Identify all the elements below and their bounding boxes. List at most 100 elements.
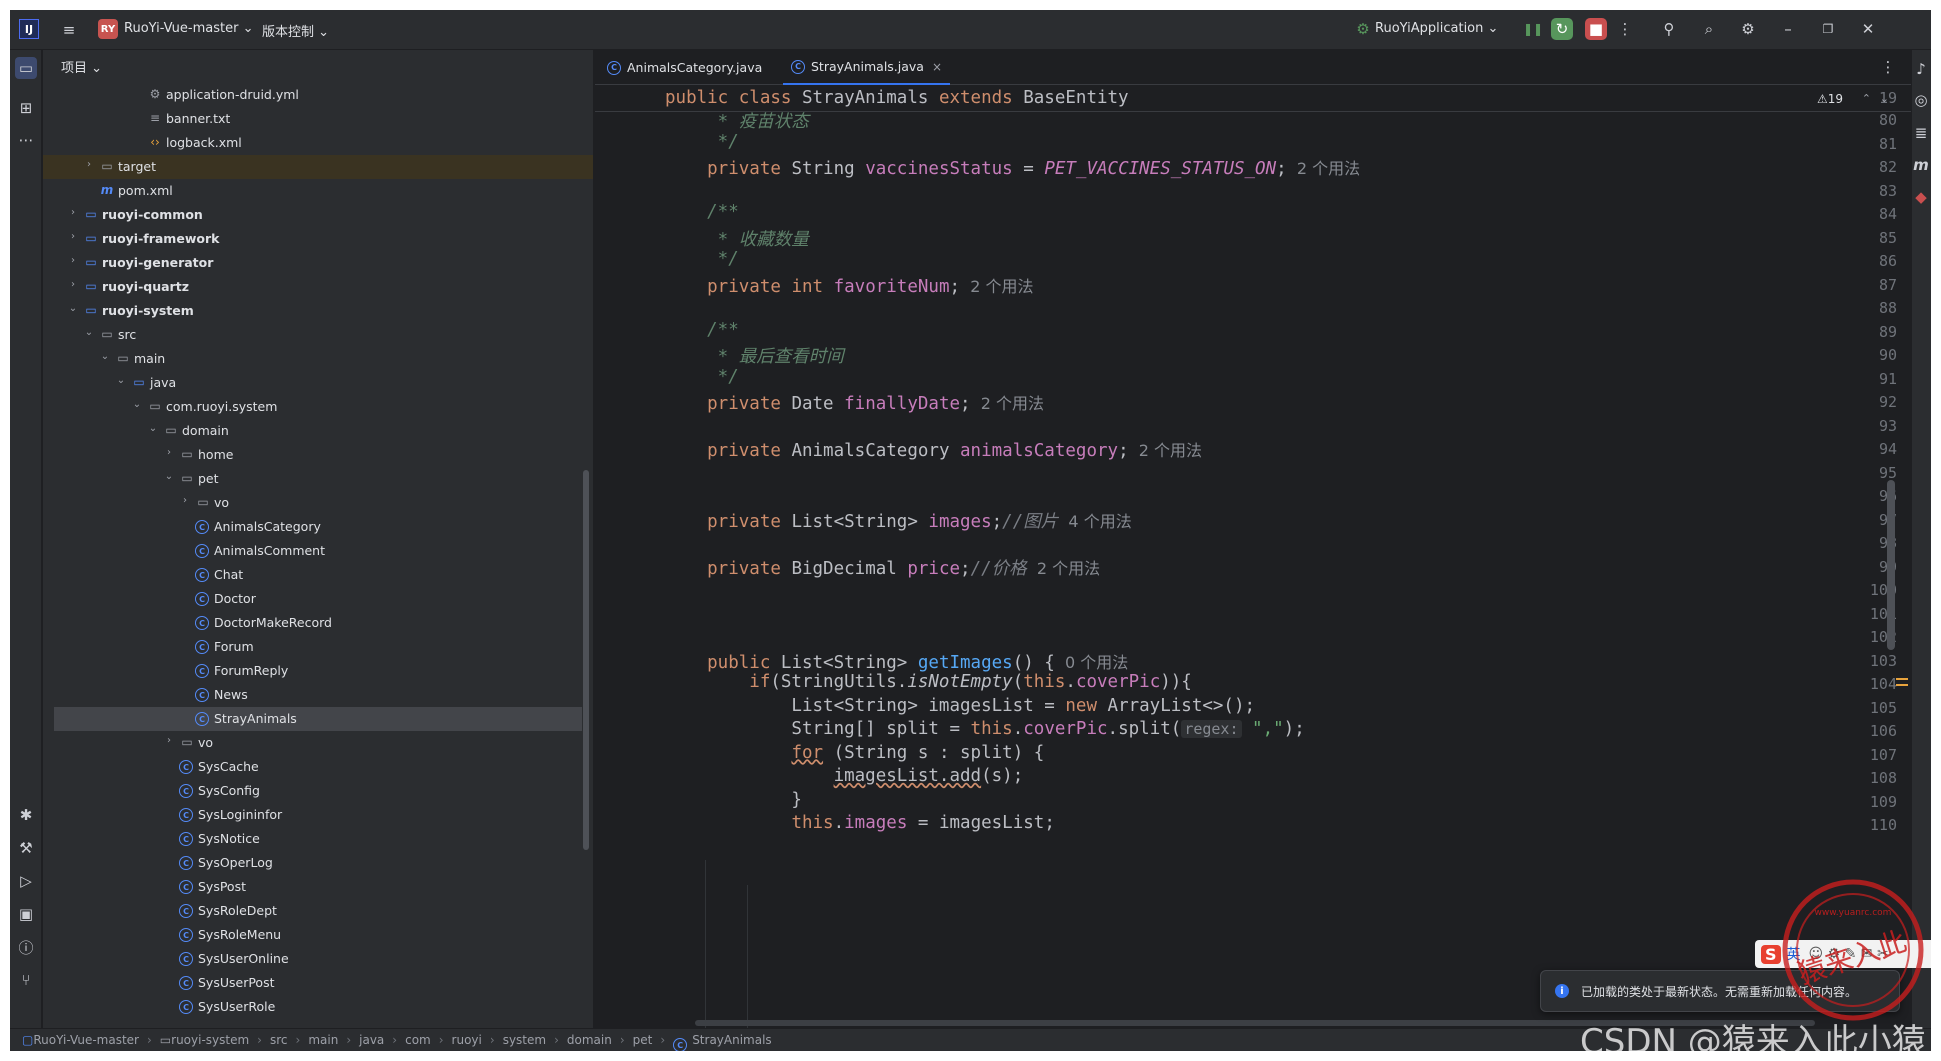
chevron-down-icon[interactable]: ⌄	[163, 471, 175, 482]
notifications-icon[interactable]: ♪	[1910, 58, 1931, 80]
nav-up-icon[interactable]: ⌃	[1862, 92, 1871, 105]
services-play-icon[interactable]: ▷	[15, 870, 37, 892]
tree-item[interactable]: ⌄ ▭ src	[43, 323, 593, 347]
tree-item[interactable]: ⌄ ▭ domain	[43, 419, 593, 443]
git-icon[interactable]: ⑂	[15, 969, 37, 991]
close-icon[interactable]: ✕	[1857, 18, 1879, 40]
problems-icon[interactable]: ⓘ	[15, 936, 37, 958]
tree-item[interactable]: C Doctor	[43, 587, 593, 611]
chevron-right-icon[interactable]: ›	[179, 495, 191, 506]
hamburger-icon[interactable]: ≡	[58, 19, 80, 41]
tab-close-icon[interactable]: ×	[932, 60, 942, 74]
chevron-right-icon[interactable]: ›	[67, 207, 79, 218]
chevron-right-icon[interactable]: ›	[163, 735, 175, 746]
warning-count[interactable]: ⚠19	[1817, 92, 1843, 106]
tree-item[interactable]: C SysRoleMenu	[43, 923, 593, 947]
project-panel-header[interactable]: 项目 ⌄	[43, 50, 593, 83]
tree-item[interactable]: › ▭ vo	[43, 731, 593, 755]
plugin-icon[interactable]: ◆	[1910, 186, 1931, 208]
tree-item[interactable]: C ForumReply	[43, 659, 593, 683]
tree-item[interactable]: C SysUserRole	[43, 995, 593, 1019]
tree-item[interactable]: ⌄ ▭ ruoyi-system	[43, 299, 593, 323]
chevron-down-icon[interactable]: ⌄	[67, 303, 79, 314]
app-logo[interactable]: IJ	[19, 19, 39, 39]
tree-item[interactable]: C SysUserOnline	[43, 947, 593, 971]
project-folder-icon[interactable]: ▭	[15, 57, 37, 79]
tree-item[interactable]: C SysConfig	[43, 779, 593, 803]
sticky-class-header[interactable]: 19 public class StrayAnimals extends Bas…	[595, 86, 1911, 112]
breadcrumb-item[interactable]: src	[270, 1033, 288, 1047]
run-configuration-selector[interactable]: RuoYiApplication ⌄	[1375, 21, 1498, 36]
tree-item[interactable]: ⌄ ▭ com.ruoyi.system	[43, 395, 593, 419]
warning-marker[interactable]	[1896, 684, 1908, 686]
chevron-right-icon[interactable]: ›	[83, 159, 95, 170]
terminal-icon[interactable]: ▣	[15, 903, 37, 925]
tree-item[interactable]: C Forum	[43, 635, 593, 659]
database-icon[interactable]: ≣	[1910, 122, 1931, 144]
tree-item[interactable]: C SysLogininfor	[43, 803, 593, 827]
tree-item[interactable]: › ▭ target	[43, 155, 593, 179]
tree-item[interactable]: C StrayAnimals	[43, 707, 593, 731]
structure-icon[interactable]: ⊞	[15, 97, 37, 119]
breadcrumb-item[interactable]: java	[359, 1033, 384, 1047]
add-user-icon[interactable]: ⚲	[1658, 18, 1680, 40]
chevron-right-icon[interactable]: ›	[163, 447, 175, 458]
chevron-right-icon[interactable]: ›	[67, 231, 79, 242]
editor-scrollbar[interactable]	[1887, 480, 1895, 650]
breadcrumb-item[interactable]: main	[308, 1033, 338, 1047]
stop-icon[interactable]: ■	[1585, 18, 1607, 40]
tree-item[interactable]: ⌄ ▭ java	[43, 371, 593, 395]
tabs-more-icon[interactable]: ⋮	[1877, 56, 1899, 78]
tree-item[interactable]: C AnimalsComment	[43, 539, 593, 563]
minimize-icon[interactable]: –	[1777, 18, 1799, 40]
nav-down-icon[interactable]: ⌄	[1880, 92, 1889, 105]
tree-item[interactable]: C DoctorMakeRecord	[43, 611, 593, 635]
search-icon[interactable]: ⌕	[1698, 18, 1720, 40]
chevron-down-icon[interactable]: ⌄	[99, 351, 111, 362]
debug-pause-icon[interactable]: ❚❚	[1522, 18, 1544, 40]
tree-item[interactable]: ≡ banner.txt	[43, 107, 593, 131]
debug-bug-icon[interactable]: ✱	[15, 804, 37, 826]
breadcrumb-item[interactable]: pet	[633, 1033, 653, 1047]
tree-item[interactable]: › ▭ ruoyi-framework	[43, 227, 593, 251]
breadcrumb-item[interactable]: C StrayAnimals	[673, 1033, 772, 1051]
chevron-right-icon[interactable]: ›	[67, 279, 79, 290]
tree-item[interactable]: C AnimalsCategory	[43, 515, 593, 539]
vcs-menu[interactable]: 版本控制 ⌄	[262, 21, 329, 40]
tree-item[interactable]: C SysRoleDept	[43, 899, 593, 923]
build-hammer-icon[interactable]: ⚒	[15, 837, 37, 859]
tree-item[interactable]: m pom.xml	[43, 179, 593, 203]
tree-item[interactable]: ⌄ ▭ main	[43, 347, 593, 371]
tree-item[interactable]: C SysNotice	[43, 827, 593, 851]
rerun-icon[interactable]: ↻	[1551, 18, 1573, 40]
tree-item[interactable]: › ▭ vo	[43, 491, 593, 515]
breadcrumb-item[interactable]: ▭ ruoyi-system	[160, 1033, 249, 1047]
chevron-right-icon[interactable]: ›	[67, 255, 79, 266]
breadcrumb-item[interactable]: system	[503, 1033, 546, 1047]
breadcrumb-item[interactable]: ruoyi	[452, 1033, 482, 1047]
tree-item[interactable]: ⌄ ▭ pet	[43, 467, 593, 491]
tree-item[interactable]: C SysCache	[43, 755, 593, 779]
chevron-down-icon[interactable]: ⌄	[131, 399, 143, 410]
chevron-down-icon[interactable]: ⌄	[83, 327, 95, 338]
tree-item[interactable]: C News	[43, 683, 593, 707]
ai-assistant-icon[interactable]: ◎	[1910, 89, 1931, 111]
tree-item[interactable]: › ▭ ruoyi-common	[43, 203, 593, 227]
breadcrumb-item[interactable]: domain	[567, 1033, 612, 1047]
maven-icon[interactable]: m	[1910, 154, 1931, 176]
tab-animals-category[interactable]: C AnimalsCategory.java	[607, 50, 762, 85]
chevron-down-icon[interactable]: ⌄	[115, 375, 127, 386]
tree-item[interactable]: C SysPost	[43, 875, 593, 899]
tab-stray-animals[interactable]: C StrayAnimals.java ×	[783, 50, 951, 85]
chevron-down-icon[interactable]: ⌄	[147, 423, 159, 434]
tree-item[interactable]: C SysOperLog	[43, 851, 593, 875]
tree-item[interactable]: ⚙ application-druid.yml	[43, 83, 593, 107]
tree-item[interactable]: › ▭ home	[43, 443, 593, 467]
tree-item[interactable]: ‹› logback.xml	[43, 131, 593, 155]
settings-icon[interactable]: ⚙	[1737, 18, 1759, 40]
tree-item[interactable]: C Chat	[43, 563, 593, 587]
tree-item[interactable]: C SysUserPost	[43, 971, 593, 995]
project-scrollbar[interactable]	[583, 470, 589, 850]
more-icon[interactable]: ⋮	[1614, 18, 1636, 40]
maximize-icon[interactable]: ❐	[1817, 18, 1839, 40]
